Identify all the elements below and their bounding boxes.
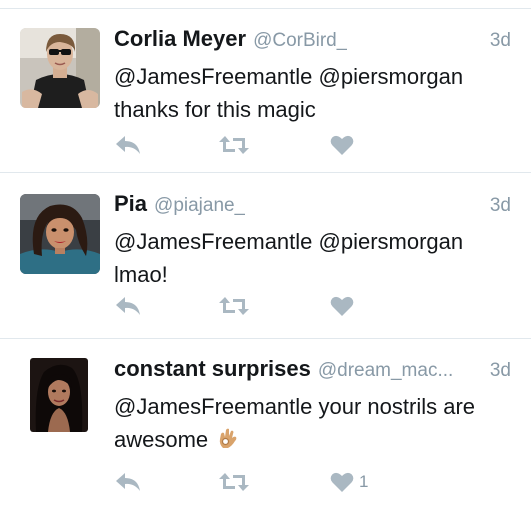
avatar[interactable] [20,28,100,108]
tweet-text: @JamesFreemantle @piersmorgan lmao! [114,225,517,291]
retweet-button[interactable] [218,467,250,497]
retweet-icon [219,136,249,154]
user-handle[interactable]: @CorBird_ [253,30,347,52]
tweet-actions [114,291,414,321]
reply-button[interactable] [114,467,142,497]
tweet-text-line: @JamesFreemantle @piersmorgan [114,229,464,254]
timestamp[interactable]: 3d [482,195,511,217]
reply-icon [116,136,140,154]
retweet-button[interactable] [218,291,250,321]
reply-icon [116,297,140,315]
tweet-item[interactable]: constant surprises @dream_mac... 3d @Jam… [0,356,531,506]
like-button[interactable] [330,291,359,321]
tweet-header: Corlia Meyer @CorBird_ 3d [114,26,511,56]
reply-button[interactable] [114,130,142,160]
tweet-text-line: awesome [114,427,209,452]
tweet-divider [0,338,531,339]
avatar[interactable] [20,194,100,274]
heart-icon [330,472,354,492]
tweet-item[interactable]: Pia @piajane_ 3d @JamesFreemantle @piers… [0,191,531,341]
reply-icon [116,473,140,491]
tweet-header: Pia @piajane_ 3d [114,191,511,221]
timestamp[interactable]: 3d [482,30,511,52]
tweet-text-line-with-emoji: awesome [114,423,517,456]
tweet-actions [114,130,414,160]
tweet-text-line: @JamesFreemantle your nostrils are [114,394,476,419]
retweet-icon [219,297,249,315]
like-count: 1 [359,472,369,491]
tweet-text: @JamesFreemantle your nostrils are aweso… [114,390,517,456]
like-button[interactable] [330,130,359,160]
woman-sunglasses-avatar [20,28,100,108]
heart-icon [330,296,354,316]
avatar[interactable] [30,358,88,432]
retweet-icon [219,473,249,491]
tweet-text-line: lmao! [114,262,168,287]
display-name[interactable]: constant surprises [114,356,311,382]
heart-icon [330,135,354,155]
tweet-divider [0,172,531,173]
retweet-button[interactable] [218,130,250,160]
display-name[interactable]: Pia [114,191,147,217]
user-handle[interactable]: @dream_mac... [318,360,453,382]
woman-selfie-avatar [20,194,100,274]
woman-dark-hair-avatar [30,358,88,432]
like-button[interactable]: 1 [330,467,368,497]
reply-button[interactable] [114,291,142,321]
tweet-header: constant surprises @dream_mac... 3d [114,356,511,386]
tweet-text: @JamesFreemantle @piersmorgan thanks for… [114,60,517,126]
tweet-text-line: @JamesFreemantle @piersmorgan [114,64,464,89]
timestamp[interactable]: 3d [482,360,511,382]
tweet-actions: 1 [114,467,414,497]
display-name[interactable]: Corlia Meyer [114,26,246,52]
top-divider [0,8,531,9]
user-handle[interactable]: @piajane_ [154,195,245,217]
tweet-item[interactable]: Corlia Meyer @CorBird_ 3d @JamesFreemant… [0,26,531,176]
tweet-text-line: thanks for this magic [114,97,316,122]
ok-hand-emoji [216,426,240,450]
